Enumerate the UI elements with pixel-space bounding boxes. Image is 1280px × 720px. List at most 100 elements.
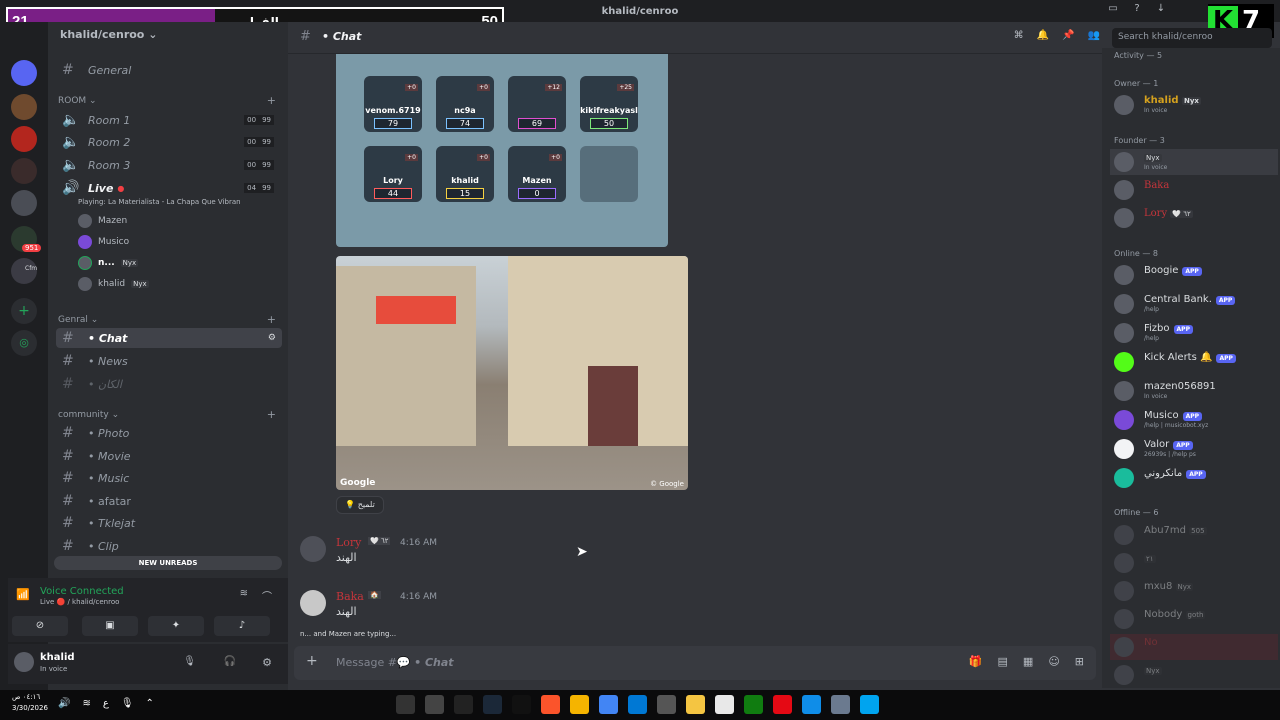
category-genral[interactable]: Genral ⌄: [58, 315, 98, 325]
mic-icon[interactable]: 🎙: [121, 698, 134, 709]
server-icon[interactable]: [11, 190, 37, 216]
add-channel-icon[interactable]: +: [267, 408, 276, 421]
headphones-icon[interactable]: 🎧: [224, 656, 236, 667]
settings-icon[interactable]: ⚙: [268, 333, 276, 343]
soundboard-button[interactable]: ♪: [214, 616, 270, 636]
voice-channel-room-2[interactable]: 🔈 Room 2 00 99: [56, 132, 282, 152]
add-attachment-icon[interactable]: +: [306, 653, 318, 669]
member-offline[interactable]: Nyx: [1110, 662, 1278, 688]
voice-user[interactable]: Mazen: [78, 212, 127, 230]
server-header[interactable]: khalid/cenroo ⌄: [48, 28, 288, 48]
member-online[interactable]: مانكروني APP: [1110, 465, 1278, 491]
message-input[interactable]: Message #💬 • Chat: [336, 656, 454, 669]
bell-icon[interactable]: 🔔: [1037, 30, 1049, 41]
search-input[interactable]: Search khalid/cenroo: [1112, 28, 1272, 48]
user-name[interactable]: khalid: [40, 652, 75, 663]
netflix-icon[interactable]: [773, 695, 792, 714]
app-icon[interactable]: [396, 695, 415, 714]
members-icon[interactable]: 👥: [1088, 30, 1100, 41]
add-channel-icon[interactable]: +: [267, 94, 276, 107]
pin-icon[interactable]: 📌: [1062, 30, 1074, 41]
member-founder[interactable]: Nyx In voice: [1110, 149, 1278, 175]
channel-photo[interactable]: # • Photo: [56, 423, 282, 443]
download-icon[interactable]: ↓: [1154, 3, 1168, 17]
emoji-icon[interactable]: ☺: [1048, 655, 1059, 668]
windows-icon[interactable]: [860, 695, 879, 714]
xbox-icon[interactable]: [744, 695, 763, 714]
category-room[interactable]: ROOM ⌄: [58, 96, 97, 106]
apps-icon[interactable]: ⊞: [1075, 655, 1084, 668]
steam-icon[interactable]: [483, 695, 502, 714]
add-channel-icon[interactable]: +: [267, 313, 276, 326]
channel-muted[interactable]: # • الكان: [56, 374, 282, 394]
voice-user[interactable]: n... Nyx: [78, 254, 139, 272]
app-icon[interactable]: [628, 695, 647, 714]
voice-channel-room-3[interactable]: 🔈 Room 3 00 99: [56, 155, 282, 175]
member-offline[interactable]: mxu8 Nyx: [1110, 578, 1278, 604]
member-online[interactable]: Central Bank. APP/help: [1110, 291, 1278, 317]
brave-icon[interactable]: [541, 695, 560, 714]
screen-share-button[interactable]: ▣: [82, 616, 138, 636]
server-icon[interactable]: [11, 94, 37, 120]
member-owner[interactable]: khalid Nyx In voice: [1110, 92, 1278, 118]
hint-button[interactable]: 💡 تلميح: [336, 496, 384, 514]
microphone-icon[interactable]: 🎙: [183, 656, 196, 667]
member-offline[interactable]: Abu7md 505: [1110, 522, 1278, 548]
server-icon[interactable]: [11, 126, 37, 152]
channel-music[interactable]: # • Music: [56, 468, 282, 488]
member-offline[interactable]: ٢١: [1110, 550, 1278, 576]
app-icon[interactable]: [425, 695, 444, 714]
new-unreads-button[interactable]: NEW UNREADS: [54, 556, 282, 570]
activities-button[interactable]: ✦: [148, 616, 204, 636]
taskbar-clock[interactable]: ٠٤:١٦ ص 3/30/2026: [12, 692, 48, 714]
member-offline[interactable]: Nobody goth: [1110, 606, 1278, 632]
category-community[interactable]: community ⌄: [58, 410, 119, 420]
settings-icon[interactable]: [831, 695, 850, 714]
add-server-icon[interactable]: +: [11, 298, 37, 324]
avatar[interactable]: [14, 652, 34, 672]
sticker-icon[interactable]: ▦: [1023, 655, 1033, 668]
explore-icon[interactable]: ◎: [11, 330, 37, 356]
member-online[interactable]: Valor APP 26939s | /help ps: [1110, 436, 1278, 462]
channel-movie[interactable]: # • Movie: [56, 446, 282, 466]
noise-suppression-icon[interactable]: ≋: [240, 588, 248, 599]
threads-icon[interactable]: ⌘: [1014, 30, 1024, 41]
settings-icon[interactable]: ⚙: [262, 656, 272, 669]
channel-chat[interactable]: # • Chat ⚙: [56, 328, 282, 348]
chrome-icon[interactable]: [599, 695, 618, 714]
app-icon[interactable]: [512, 695, 531, 714]
voice-status-title[interactable]: Voice Connected: [40, 586, 124, 597]
street-view-image[interactable]: Google © Google: [336, 256, 688, 490]
voice-user[interactable]: Musico: [78, 233, 129, 251]
member-offline[interactable]: No: [1110, 634, 1278, 660]
member-online[interactable]: Fizbo APP/help: [1110, 320, 1278, 346]
server-icon[interactable]: [11, 158, 37, 184]
camera-off-button[interactable]: ⊘: [12, 616, 68, 636]
disconnect-icon[interactable]: ⌒: [262, 588, 272, 603]
message-composer[interactable]: + Message #💬 • Chat 🎁 ▤ ▦ ☺ ⊞: [294, 646, 1096, 680]
voice-channel-room-1[interactable]: 🔈 Room 1 00 99: [56, 110, 282, 130]
voice-channel-live[interactable]: 🔊 Live ● 04 99: [56, 178, 282, 198]
member-online[interactable]: Kick Alerts 🔔 APP: [1110, 349, 1278, 375]
channel-news[interactable]: # • News: [56, 351, 282, 371]
member-founder[interactable]: Baka: [1110, 177, 1278, 203]
voice-status-subtitle[interactable]: Live 🔴 / khalid/cenroo: [40, 598, 119, 606]
store-icon[interactable]: [715, 695, 734, 714]
app-icon[interactable]: [454, 695, 473, 714]
channel-afatar[interactable]: # • afatar: [56, 491, 282, 511]
member-founder[interactable]: Lory 🤍 ٦٢: [1110, 205, 1278, 231]
tray-chevron-icon[interactable]: ⌃: [146, 698, 154, 709]
inbox-icon[interactable]: ▭: [1106, 3, 1120, 17]
language-indicator[interactable]: ع: [103, 698, 109, 709]
member-online[interactable]: Musico APP/help | musicobot.xyz: [1110, 407, 1278, 433]
voice-user[interactable]: khalid Nyx: [78, 275, 149, 293]
gift-icon[interactable]: 🎁: [969, 655, 983, 668]
volume-icon[interactable]: 🔊: [58, 698, 70, 709]
discord-home-icon[interactable]: [11, 60, 37, 86]
avatar[interactable]: [300, 590, 326, 616]
channel-general[interactable]: # General: [56, 60, 282, 80]
file-explorer-icon[interactable]: [686, 695, 705, 714]
message-author[interactable]: Baka: [336, 590, 364, 603]
channel-tklejat[interactable]: # • Tklejat: [56, 513, 282, 533]
wifi-icon[interactable]: ≋: [82, 698, 90, 709]
